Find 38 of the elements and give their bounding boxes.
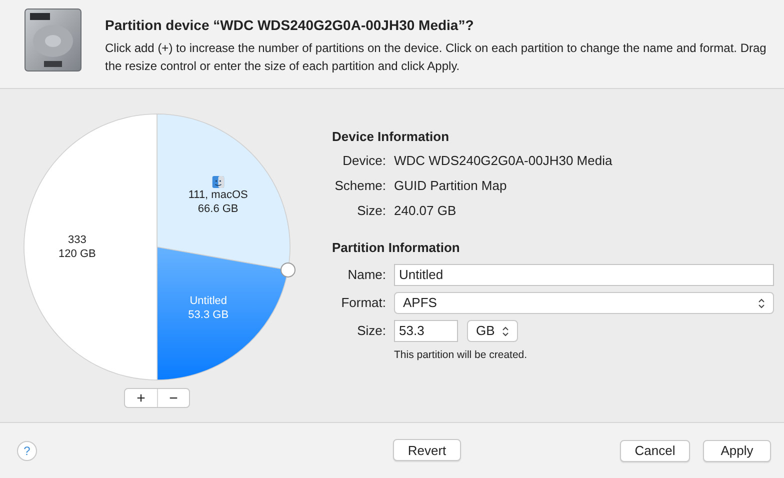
help-button[interactable]: ? bbox=[17, 440, 37, 460]
field-label: Device: bbox=[342, 153, 386, 169]
name-field[interactable]: Untitled bbox=[394, 264, 774, 286]
add-partition-button[interactable]: + bbox=[125, 389, 157, 407]
partition-size: 53.3 GB bbox=[188, 308, 229, 322]
section-heading: Partition Information bbox=[332, 240, 461, 256]
apply-button[interactable]: Apply bbox=[703, 440, 771, 462]
partition-name: Untitled bbox=[190, 294, 227, 308]
partition-size: 66.6 GB bbox=[198, 202, 238, 216]
field-label: Size: bbox=[356, 203, 386, 219]
size-field[interactable]: 53.3 bbox=[394, 320, 458, 342]
partition-size: 120 GB bbox=[58, 247, 96, 262]
partition-slice[interactable] bbox=[24, 114, 158, 380]
stepper-icon bbox=[502, 326, 509, 336]
dialog-title: Partition device “WDC WDS240G2G0A-00JH30 Media”? bbox=[105, 16, 475, 34]
cancel-button[interactable]: Cancel bbox=[620, 440, 690, 462]
partition-name: 111, macOS bbox=[188, 188, 248, 202]
field-label: Name: bbox=[346, 266, 386, 284]
field-label: Size: bbox=[356, 322, 386, 340]
field-value: GUID Partition Map bbox=[394, 178, 508, 194]
section-heading: Device Information bbox=[332, 129, 450, 145]
unit-dropdown[interactable]: GB bbox=[467, 320, 518, 342]
remove-partition-button[interactable]: − bbox=[157, 389, 189, 407]
hard-drive-icon bbox=[24, 8, 82, 72]
status-note: This partition will be created. bbox=[394, 348, 528, 363]
stepper-icon bbox=[758, 298, 765, 308]
format-dropdown[interactable]: APFS bbox=[394, 292, 774, 314]
revert-button[interactable]: Revert bbox=[393, 439, 461, 462]
partition-slice[interactable] bbox=[156, 246, 288, 380]
partition-slice[interactable] bbox=[156, 114, 290, 270]
partition-name: 333 bbox=[68, 233, 86, 248]
resize-handle[interactable] bbox=[280, 262, 296, 278]
dialog-description: Click add (+) to increase the number of partitions on the device. Click on each partition to change the name and format. Drag the resize control or enter the size of each partition and click Apply. bbox=[105, 40, 768, 75]
field-value: WDC WDS240G2G0A-00JH30 Media bbox=[394, 153, 614, 169]
field-label: Scheme: bbox=[334, 178, 386, 194]
field-value: 240.07 GB bbox=[394, 203, 458, 219]
finder-icon bbox=[212, 176, 224, 188]
field-label: Format: bbox=[340, 294, 386, 312]
